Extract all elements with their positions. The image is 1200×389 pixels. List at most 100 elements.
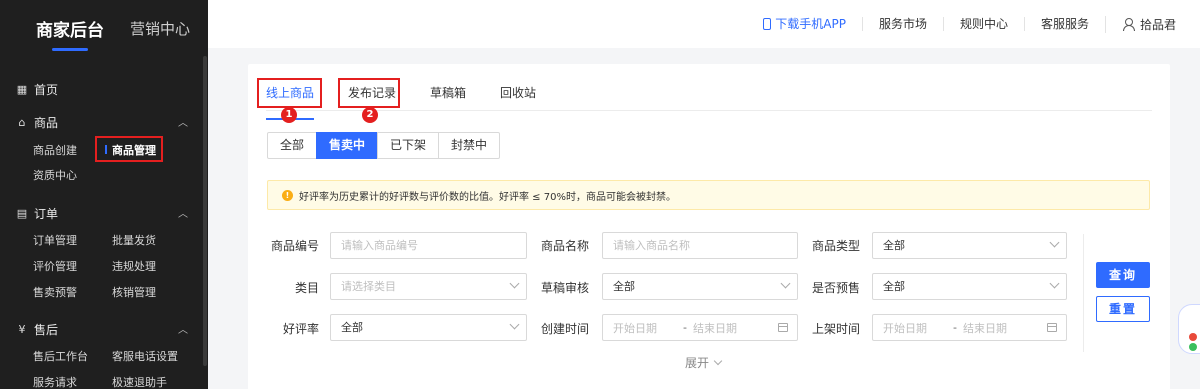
filter-off-shelf[interactable]: 已下架 bbox=[377, 132, 440, 159]
presale-select[interactable]: 全部 bbox=[872, 273, 1067, 300]
top-bar: 下载手机APP 服务市场 规则中心 客服服务 拾品君 bbox=[208, 0, 1200, 48]
sidebar-item-service-phone[interactable]: 客服电话设置 bbox=[112, 348, 178, 364]
filter-on-sale[interactable]: 售卖中 bbox=[316, 132, 379, 159]
bag-icon: ⌂ bbox=[18, 116, 26, 129]
sidebar-item-review-manage[interactable]: 评价管理 bbox=[33, 258, 77, 274]
sidebar-header: 商家后台 营销中心 bbox=[0, 0, 208, 56]
sidebar-item-label: 首页 bbox=[34, 83, 59, 97]
green-dot-icon bbox=[1189, 343, 1197, 351]
chevron-up-icon[interactable]: ︿ bbox=[178, 321, 188, 336]
user-name: 拾品君 bbox=[1139, 17, 1176, 32]
sidebar-item-violations[interactable]: 违规处理 bbox=[112, 258, 156, 274]
listed-start-date[interactable]: 开始日期 bbox=[883, 320, 927, 336]
product-id-input[interactable]: 请输入商品编号 bbox=[330, 232, 527, 259]
sidebar-item-service-request[interactable]: 服务请求 bbox=[33, 374, 77, 389]
marketing-center-link[interactable]: 营销中心 bbox=[130, 18, 190, 39]
download-app-link[interactable]: 下载手机APP bbox=[747, 17, 862, 31]
sidebar-group-label: 订单 bbox=[34, 207, 59, 221]
chevron-down-icon bbox=[509, 278, 520, 289]
rating-notice: ! 好评率为历史累计的好评数与评价数的比值。好评率 ≤ 70%时，商品可能会被封… bbox=[267, 180, 1150, 210]
query-button[interactable]: 查询 bbox=[1096, 262, 1150, 288]
sidebar-item-sales-warning[interactable]: 售卖预警 bbox=[33, 284, 77, 300]
chevron-down-icon bbox=[1049, 237, 1060, 248]
category-label: 类目 bbox=[294, 281, 319, 295]
sidebar: 商家后台 营销中心 ▦ 首页 ⌂ 商品 ︿ 商品创建 商品管理 资质中心 ▤ 订… bbox=[0, 0, 208, 389]
draft-review-value: 全部 bbox=[613, 280, 635, 293]
created-start-date[interactable]: 开始日期 bbox=[613, 320, 657, 336]
listed-time-range[interactable]: 开始日期 - 结束日期 bbox=[872, 314, 1067, 341]
range-dash: - bbox=[953, 321, 957, 334]
highlight-box-goods-manage bbox=[95, 136, 163, 162]
draft-review-label: 草稿审核 bbox=[540, 281, 589, 295]
tab-divider bbox=[266, 110, 1152, 111]
sidebar-group-label: 商品 bbox=[34, 116, 59, 130]
product-type-value: 全部 bbox=[883, 239, 905, 252]
sidebar-item-qualification[interactable]: 资质中心 bbox=[33, 167, 77, 183]
calendar-icon bbox=[1047, 323, 1057, 332]
service-market-link[interactable]: 服务市场 bbox=[861, 17, 943, 31]
reset-button[interactable]: 重置 bbox=[1096, 296, 1150, 322]
category-select[interactable]: 请选择类目 bbox=[330, 273, 527, 300]
created-time-range[interactable]: 开始日期 - 结束日期 bbox=[602, 314, 798, 341]
listed-time-label: 上架时间 bbox=[811, 322, 860, 336]
user-menu[interactable]: 拾品君 bbox=[1104, 15, 1176, 33]
sidebar-group-orders[interactable]: ▤ 订单 bbox=[16, 205, 58, 222]
highlight-box-publish-records bbox=[338, 78, 400, 108]
customer-service-link[interactable]: 客服服务 bbox=[1023, 17, 1105, 31]
grid-icon: ▦ bbox=[16, 83, 28, 96]
phone-icon bbox=[763, 18, 772, 30]
chevron-down-icon bbox=[713, 356, 723, 366]
sidebar-item-home[interactable]: ▦ 首页 bbox=[16, 81, 58, 98]
sidebar-item-redemption[interactable]: 核销管理 bbox=[112, 284, 156, 300]
range-dash: - bbox=[683, 321, 687, 334]
draft-review-select[interactable]: 全部 bbox=[602, 273, 798, 300]
tab-recycle-bin[interactable]: 回收站 bbox=[500, 84, 536, 108]
product-name-label: 商品名称 bbox=[540, 239, 589, 253]
floating-helper-widget[interactable] bbox=[1178, 304, 1200, 354]
product-type-select[interactable]: 全部 bbox=[872, 232, 1067, 259]
highlight-box-online-goods bbox=[257, 78, 322, 108]
chevron-down-icon bbox=[780, 278, 791, 289]
user-icon bbox=[1122, 18, 1135, 31]
chevron-up-icon[interactable]: ︿ bbox=[178, 205, 188, 220]
sidebar-group-aftersale[interactable]: ¥ 售后 bbox=[16, 321, 59, 338]
presale-value: 全部 bbox=[883, 280, 905, 293]
product-name-input[interactable]: 请输入商品名称 bbox=[602, 232, 798, 259]
marker-badge-1: 1 bbox=[281, 107, 297, 123]
warning-icon: ! bbox=[282, 189, 293, 201]
listed-end-date[interactable]: 结束日期 bbox=[963, 320, 1007, 336]
yen-icon: ¥ bbox=[18, 323, 26, 336]
sidebar-item-batch-ship[interactable]: 批量发货 bbox=[112, 232, 156, 248]
rating-label: 好评率 bbox=[282, 322, 319, 336]
chevron-down-icon bbox=[1049, 278, 1060, 289]
chevron-down-icon bbox=[509, 319, 520, 330]
tab-drafts[interactable]: 草稿箱 bbox=[430, 84, 466, 108]
brand-title[interactable]: 商家后台 bbox=[36, 16, 104, 51]
sidebar-group-goods[interactable]: ⌂ 商品 bbox=[16, 114, 59, 131]
marker-badge-2: 2 bbox=[362, 107, 378, 123]
sidebar-item-aftersale-desk[interactable]: 售后工作台 bbox=[33, 348, 88, 364]
sidebar-scrollbar[interactable] bbox=[203, 56, 207, 366]
list-icon: ▤ bbox=[16, 207, 28, 220]
calendar-icon bbox=[778, 323, 788, 332]
sidebar-group-label: 售后 bbox=[34, 323, 59, 337]
rating-select[interactable]: 全部 bbox=[330, 314, 527, 341]
status-filter: 全部 售卖中 已下架 封禁中 bbox=[267, 132, 501, 159]
expand-label: 展开 bbox=[685, 356, 710, 370]
product-id-label: 商品编号 bbox=[270, 239, 319, 253]
expand-toggle[interactable]: 展开 bbox=[685, 354, 723, 371]
rule-center-link[interactable]: 规则中心 bbox=[942, 17, 1024, 31]
created-end-date[interactable]: 结束日期 bbox=[693, 320, 737, 336]
red-dot-icon bbox=[1189, 333, 1197, 341]
product-type-label: 商品类型 bbox=[811, 239, 860, 253]
filter-banned[interactable]: 封禁中 bbox=[438, 132, 501, 159]
notice-text: 好评率为历史累计的好评数与评价数的比值。好评率 ≤ 70%时，商品可能会被封禁。 bbox=[299, 191, 676, 203]
sidebar-item-fast-refund[interactable]: 极速退助手 bbox=[112, 374, 167, 389]
chevron-up-icon[interactable]: ︿ bbox=[178, 114, 188, 129]
sidebar-item-create-goods[interactable]: 商品创建 bbox=[33, 142, 77, 158]
form-divider bbox=[1083, 234, 1084, 352]
filter-all[interactable]: 全部 bbox=[267, 132, 318, 159]
main-panel: 线上商品 发布记录 草稿箱 回收站 1 2 全部 售卖中 已下架 封禁中 ! 好… bbox=[248, 64, 1170, 389]
sidebar-item-order-manage[interactable]: 订单管理 bbox=[33, 232, 77, 248]
download-app-label: 下载手机APP bbox=[775, 17, 846, 31]
